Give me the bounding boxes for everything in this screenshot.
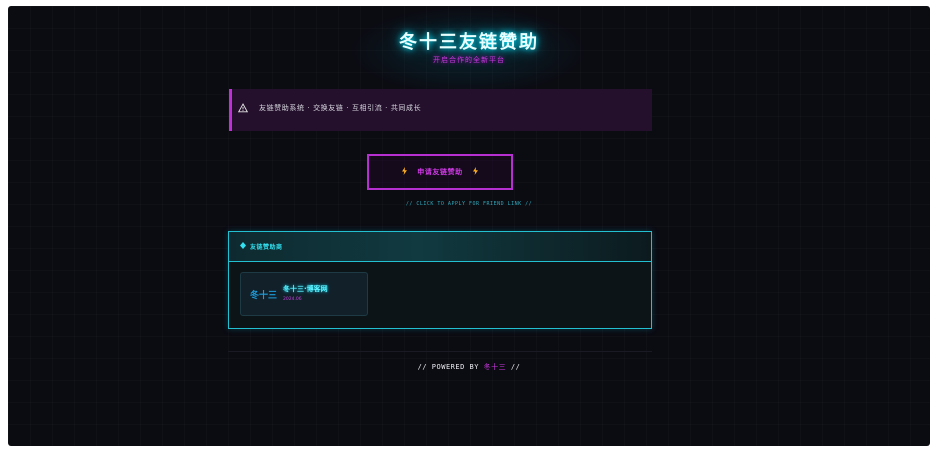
apply-sponsor-button[interactable]: 申请友链赞助: [367, 154, 513, 190]
sponsor-panel-header: 友链赞助商: [229, 232, 651, 262]
warning-icon: [237, 103, 249, 113]
sponsor-card[interactable]: 冬十三 冬十三·博客网 2024.06: [240, 272, 368, 316]
sponsor-panel: 友链赞助商 冬十三 冬十三·博客网 2024.06: [228, 231, 652, 329]
sponsor-panel-title: 友链赞助商: [250, 244, 283, 251]
diamond-icon: [240, 242, 246, 251]
page-title: 冬十三友链赞助: [399, 32, 539, 53]
apply-hint: // CLICK TO APPLY FOR FRIEND LINK //: [405, 201, 533, 207]
footer-prefix: // POWERED BY: [417, 363, 484, 371]
footer-brand-link[interactable]: 冬十三: [484, 363, 507, 371]
notice-text: 友链赞助系统 · 交换友链 · 互相引流 · 共同成长: [259, 104, 422, 112]
notice-banner: 友链赞助系统 · 交换友链 · 互相引流 · 共同成长: [229, 89, 652, 131]
footer: // POWERED BY 冬十三 //: [8, 362, 930, 372]
page-subtitle: 开启合作的全新平台: [433, 56, 505, 64]
sponsor-date: 2024.06: [283, 297, 302, 302]
sponsor-logo: 冬十三: [250, 291, 278, 301]
footer-divider: [228, 351, 652, 352]
lightning-icon: [402, 167, 408, 177]
page-frame: 冬十三友链赞助 开启合作的全新平台 友链赞助系统 · 交换友链 · 互相引流 ·…: [8, 6, 930, 446]
lightning-icon: [472, 167, 478, 177]
sponsor-name: 冬十三·博客网: [283, 285, 328, 293]
apply-sponsor-label: 申请友链赞助: [417, 168, 463, 176]
footer-suffix: //: [506, 363, 521, 371]
